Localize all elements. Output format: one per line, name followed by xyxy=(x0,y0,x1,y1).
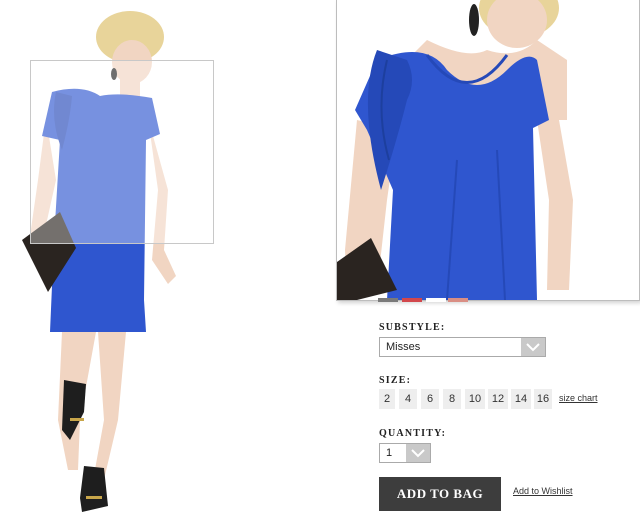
size-option-4[interactable]: 4 xyxy=(399,389,417,409)
product-image[interactable] xyxy=(0,0,330,516)
substyle-value: Misses xyxy=(386,341,421,353)
color-swatch-red[interactable] xyxy=(402,298,422,302)
chevron-down-icon[interactable] xyxy=(406,444,430,462)
zoom-panel xyxy=(336,0,640,301)
substyle-select[interactable]: Misses xyxy=(379,337,546,357)
size-chart-link[interactable]: size chart xyxy=(559,393,598,403)
size-label: SIZE: xyxy=(379,375,412,386)
chevron-down-icon[interactable] xyxy=(521,338,545,356)
add-to-wishlist-link[interactable]: Add to Wishlist xyxy=(513,486,573,496)
quantity-value: 1 xyxy=(386,447,393,459)
size-option-12[interactable]: 12 xyxy=(488,389,508,409)
zoomed-product-photo xyxy=(337,0,573,300)
zoom-lens[interactable] xyxy=(30,60,214,244)
color-swatch-gray[interactable] xyxy=(378,298,398,302)
size-option-6[interactable]: 6 xyxy=(421,389,439,409)
size-option-10[interactable]: 10 xyxy=(465,389,485,409)
color-swatch-salmon[interactable] xyxy=(448,298,468,302)
size-option-2[interactable]: 2 xyxy=(379,389,395,409)
color-swatch-white[interactable] xyxy=(426,298,446,302)
substyle-label: SUBSTYLE: xyxy=(379,322,446,333)
size-option-8[interactable]: 8 xyxy=(443,389,461,409)
size-option-14[interactable]: 14 xyxy=(511,389,531,409)
quantity-select[interactable]: 1 xyxy=(379,443,431,463)
quantity-label: QUANTITY: xyxy=(379,428,447,439)
size-option-16[interactable]: 16 xyxy=(534,389,552,409)
add-to-bag-button[interactable]: ADD TO BAG xyxy=(379,477,501,511)
